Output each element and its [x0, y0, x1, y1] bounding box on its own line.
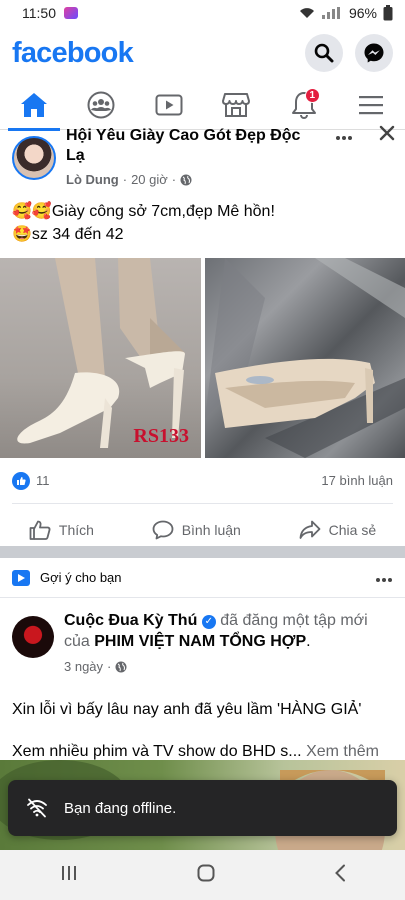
post-text: 🥰🥰Giày công sở 7cm,đẹp Mê hồn! 🤩sz 34 đế… — [0, 192, 405, 250]
post-images: RS133 — [0, 258, 405, 458]
more-options-button[interactable] — [335, 124, 353, 147]
post-time[interactable]: 20 giờ — [131, 172, 168, 187]
comment-label: Bình luận — [181, 522, 241, 538]
header-buttons — [305, 34, 393, 72]
home-nav-icon — [197, 864, 214, 881]
comment-button[interactable]: Bình luận — [152, 520, 241, 540]
feed-post: Hội Yêu Giày Cao Gót Đẹp Độc Lạ Lò Dung … — [0, 125, 405, 556]
watch-suggestion-icon — [12, 569, 30, 586]
menu-icon — [359, 95, 384, 114]
marketplace-icon — [222, 92, 251, 117]
shoe-photo-2[interactable] — [205, 258, 405, 458]
system-nav-bar — [0, 850, 405, 900]
shoe-drawing — [205, 258, 405, 458]
globe-icon — [180, 174, 192, 185]
tab-home[interactable] — [4, 80, 64, 131]
status-right: 96% — [299, 5, 393, 21]
wifi-icon — [299, 8, 314, 18]
groups-icon — [87, 91, 115, 118]
reaction-summary: 11 17 bình luận — [12, 458, 393, 504]
share-label: Chia sẻ — [328, 522, 377, 538]
share-button[interactable]: Chia sẻ — [299, 520, 376, 540]
headline-period: . — [306, 633, 311, 650]
suggested-more-button[interactable] — [375, 567, 393, 588]
more-horizontal-icon — [376, 578, 392, 582]
hide-post-button[interactable] — [379, 124, 395, 147]
battery-icon — [383, 5, 393, 21]
feed-divider — [0, 546, 405, 558]
post-headline: Cuộc Đua Kỳ Thú ✓ đã đăng một tập mới củ… — [64, 610, 384, 652]
recent-apps-icon — [61, 865, 76, 880]
suggested-post: Cuộc Đua Kỳ Thú ✓ đã đăng một tập mới củ… — [0, 598, 405, 783]
product-code-label: RS133 — [133, 425, 189, 447]
home-nav-button[interactable] — [197, 864, 215, 887]
post-meta: 3 ngày · — [64, 656, 384, 677]
tab-watch[interactable] — [139, 80, 199, 130]
post-text-line: 🤩sz 34 đến 42 — [12, 226, 124, 243]
post-header: Cuộc Đua Kỳ Thú ✓ đã đăng một tập mới củ… — [0, 598, 405, 677]
home-icon — [20, 92, 47, 117]
wifi-off-icon — [27, 798, 47, 818]
app-header: facebook — [0, 26, 405, 80]
signal-icon — [321, 7, 340, 19]
back-icon — [334, 864, 345, 881]
more-horizontal-icon — [336, 136, 352, 140]
like-reaction-icon — [12, 471, 30, 490]
like-label: Thích — [58, 522, 94, 538]
messenger-button[interactable] — [355, 34, 393, 72]
suggested-header: Gợi ý cho bạn — [0, 558, 405, 598]
target-page-name[interactable]: PHIM VIỆT NAM TỔNG HỢP — [94, 633, 306, 650]
globe-icon — [115, 661, 127, 672]
post-header-text: Cuộc Đua Kỳ Thú ✓ đã đăng một tập mới củ… — [64, 610, 384, 677]
recent-apps-button[interactable] — [60, 865, 78, 886]
close-icon — [379, 125, 395, 141]
status-bar: 11:50 96% — [0, 0, 405, 26]
post-body-text: Xem nhiều phim và TV show do BHD s... — [12, 743, 302, 760]
facebook-logo[interactable]: facebook — [12, 37, 134, 70]
page-name[interactable]: Cuộc Đua Kỳ Thú — [64, 612, 197, 629]
app-indicator-icon — [64, 7, 78, 19]
meta-separator: · — [122, 172, 128, 187]
post-author[interactable]: Lò Dung — [66, 172, 119, 187]
tab-notifications[interactable]: 1 — [274, 80, 334, 130]
meta-separator: · — [171, 172, 177, 187]
tab-marketplace[interactable] — [206, 80, 266, 130]
notification-badge: 1 — [304, 87, 320, 103]
like-button[interactable]: Thích — [29, 520, 94, 540]
battery-percent: 96% — [348, 5, 377, 21]
post-header: Hội Yêu Giày Cao Gót Đẹp Độc Lạ Lò Dung … — [0, 125, 405, 192]
comment-icon — [152, 520, 174, 540]
shoe-photo-1[interactable]: RS133 — [0, 258, 201, 458]
thumbs-up-icon — [29, 520, 51, 540]
messenger-icon — [364, 43, 384, 63]
post-header-text: Hội Yêu Giày Cao Gót Đẹp Độc Lạ Lò Dung … — [66, 127, 316, 192]
like-count[interactable]: 11 — [36, 473, 50, 488]
post-body: Xin lỗi vì bấy lâu nay anh đã yêu lầm 'H… — [0, 677, 405, 763]
offline-toast: Bạn đang offline. — [8, 780, 397, 836]
suggested-label: Gợi ý cho bạn — [40, 570, 122, 585]
tab-groups[interactable] — [71, 80, 131, 130]
group-name[interactable]: Hội Yêu Giày Cao Gót Đẹp Độc Lạ — [66, 126, 316, 166]
post-time[interactable]: 3 ngày — [64, 656, 103, 677]
tab-menu[interactable] — [341, 80, 401, 130]
search-icon — [314, 43, 334, 63]
post-meta: Lò Dung · 20 giờ · — [66, 172, 316, 187]
meta-separator: · — [107, 659, 112, 674]
post-text-line: 🥰🥰Giày công sở 7cm,đẹp Mê hồn! — [12, 203, 275, 220]
post-body-line: Xin lỗi vì bấy lâu nay anh đã yêu lầm 'H… — [12, 701, 362, 718]
back-button[interactable] — [334, 864, 346, 887]
verified-badge-icon: ✓ — [201, 615, 216, 629]
offline-message: Bạn đang offline. — [64, 799, 177, 817]
video-icon — [155, 94, 183, 115]
page-avatar[interactable] — [12, 616, 54, 658]
share-icon — [299, 520, 321, 539]
see-more-link[interactable]: Xem thêm — [306, 743, 379, 760]
comment-count[interactable]: 17 bình luận — [321, 473, 393, 488]
group-avatar[interactable] — [12, 136, 56, 180]
status-time: 11:50 — [22, 5, 56, 21]
search-button[interactable] — [305, 34, 343, 72]
post-top-actions — [335, 124, 395, 147]
main-tabs: 1 — [0, 80, 405, 131]
